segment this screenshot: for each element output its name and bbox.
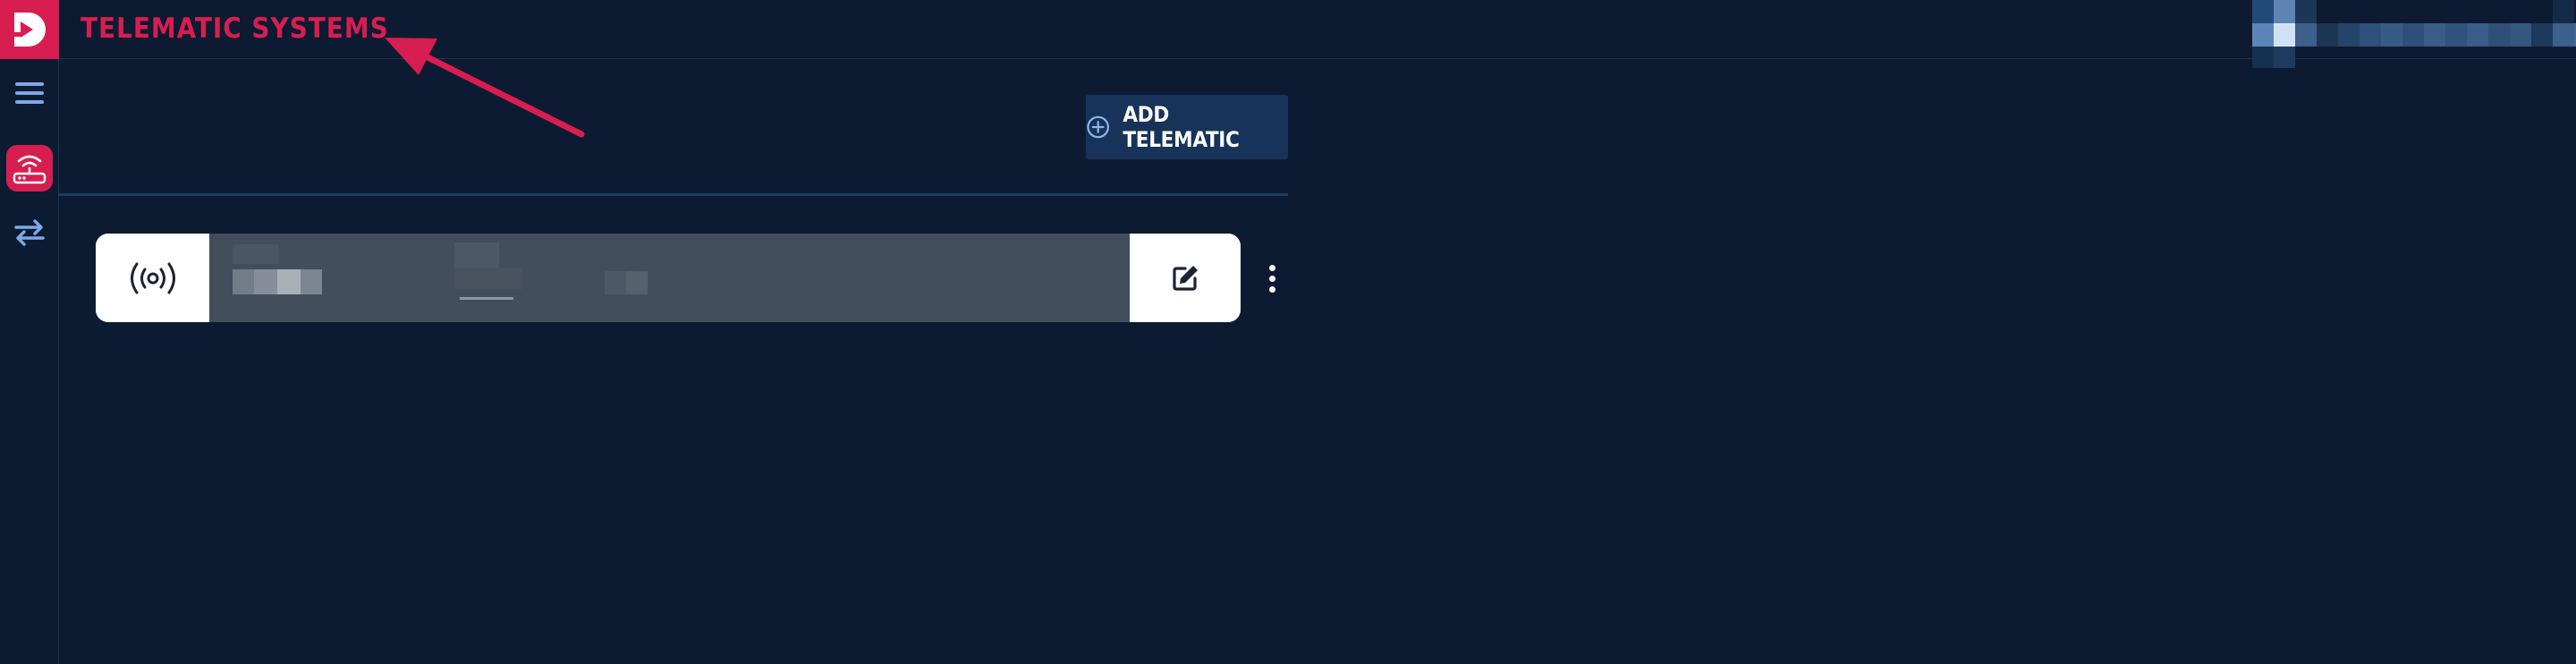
- sidebar-item-transfers[interactable]: [0, 208, 59, 258]
- sidebar-item-active-highlight: [6, 145, 53, 192]
- telematic-list-item[interactable]: [96, 234, 1241, 322]
- more-vertical-icon-dot: [1268, 275, 1275, 282]
- transfer-arrows-icon: [14, 219, 45, 246]
- top-header: TELEMATIC SYSTEMS: [59, 0, 2576, 68]
- app-logo[interactable]: [0, 0, 59, 59]
- sidebar-item-menu[interactable]: [0, 68, 59, 118]
- add-telematic-button[interactable]: ADD TELEMATIC: [1086, 95, 1288, 159]
- annotation-arrow: [385, 38, 585, 138]
- add-telematic-label: ADD TELEMATIC: [1123, 102, 1240, 152]
- more-vertical-icon-dot: [1268, 264, 1275, 271]
- account-info-blurred[interactable]: [2252, 0, 2576, 68]
- router-wifi-icon: [13, 155, 47, 184]
- app-window: TELEMATIC SYSTEMS ADD TELEMATIC: [0, 0, 2576, 664]
- logo-icon: [11, 13, 46, 47]
- telematic-icon-cell: [96, 234, 209, 322]
- more-options-button[interactable]: [1261, 260, 1283, 296]
- plus-circle-icon: [1087, 115, 1109, 139]
- telematic-details-blurred: [209, 234, 1130, 322]
- hamburger-menu-icon: [15, 82, 44, 104]
- section-divider: [59, 193, 1288, 196]
- edit-icon: [1173, 265, 1198, 291]
- page-title: TELEMATIC SYSTEMS: [80, 13, 389, 45]
- edit-telematic-button[interactable]: [1130, 234, 1241, 322]
- broadcast-signal-icon: [130, 262, 175, 294]
- sidebar-item-telematic-systems[interactable]: [0, 143, 59, 193]
- more-vertical-icon-dot: [1268, 285, 1275, 293]
- sidebar-rail: [0, 0, 59, 664]
